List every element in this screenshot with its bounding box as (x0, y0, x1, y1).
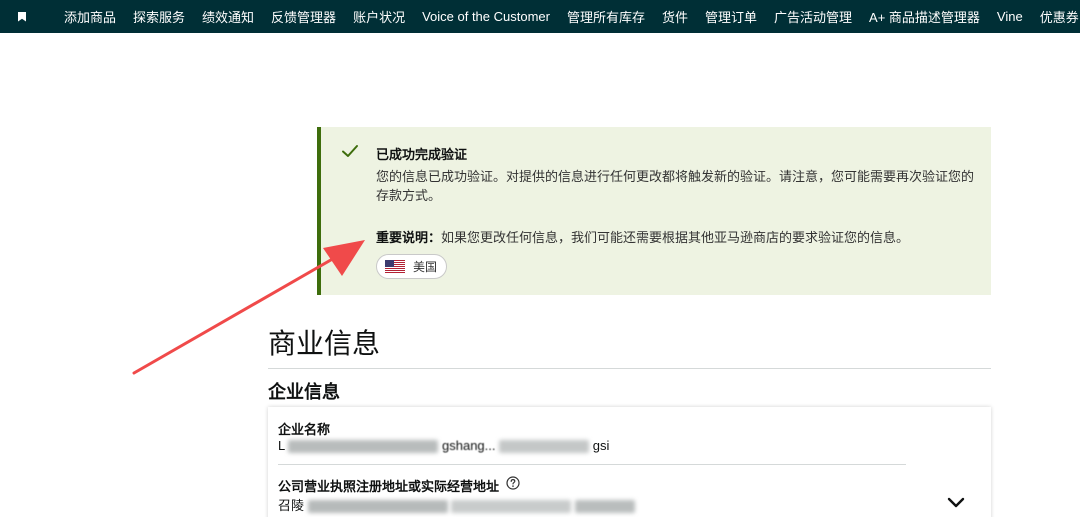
redacted-blur (499, 440, 590, 454)
checkmark-icon (342, 145, 358, 157)
nav-item-add-product[interactable]: 添加商品 (64, 7, 116, 26)
chevron-down-icon[interactable] (946, 496, 966, 510)
redacted-blur (574, 500, 635, 514)
country-badge: 美国 (376, 254, 448, 279)
nav-item-campaign-manager[interactable]: 广告活动管理 (774, 7, 852, 26)
nav-item-voice-of-customer[interactable]: Voice of the Customer (422, 9, 550, 24)
heading-divider (268, 368, 991, 369)
company-name-value: L gshang... gsi (278, 438, 610, 454)
us-flag-icon (385, 260, 405, 273)
nav-item-shipments[interactable]: 货件 (662, 7, 688, 26)
alert-body: 您的信息已成功验证。对提供的信息进行任何更改都将触发新的验证。请注意，您可能需要… (376, 169, 975, 203)
verification-success-alert: 已成功完成验证 您的信息已成功验证。对提供的信息进行任何更改都将触发新的验证。请… (317, 127, 991, 295)
redacted-blur (307, 500, 448, 514)
company-name-visible-end: gsi (592, 438, 610, 453)
important-note-label: 重要说明： (376, 230, 442, 245)
nav-item-explore-services[interactable]: 探索服务 (133, 7, 185, 26)
nav-item-a-plus-content[interactable]: A+ 商品描述管理器 (869, 7, 980, 26)
important-note: 重要说明：如果您更改任何信息，我们可能还需要根据其他亚马逊商店的要求验证您的信息… (376, 227, 909, 246)
bookmark-icon[interactable] (18, 11, 26, 22)
redacted-blur (288, 440, 439, 454)
company-name-visible-start: L (278, 438, 285, 453)
address-label: 公司营业执照注册地址或实际经营地址 (278, 479, 500, 494)
business-info-card: 企业名称 L gshang... gsi 公司营业执照注册地址或实际经营地址 召… (268, 407, 991, 517)
nav-item-account-health[interactable]: 账户状况 (353, 7, 405, 26)
nav-item-manage-inventory[interactable]: 管理所有库存 (567, 7, 645, 26)
nav-item-vine[interactable]: Vine (997, 9, 1023, 24)
top-navigation-bar: 添加商品 探索服务 绩效通知 反馈管理器 账户状况 Voice of the C… (0, 0, 1080, 33)
nav-item-performance-notifications[interactable]: 绩效通知 (202, 7, 254, 26)
nav-item-manage-orders[interactable]: 管理订单 (705, 7, 757, 26)
important-note-text: 如果您更改任何信息，我们可能还需要根据其他亚马逊商店的要求验证您的信息。 (441, 230, 910, 245)
field-divider (278, 464, 906, 465)
nav-item-feedback-manager[interactable]: 反馈管理器 (271, 7, 336, 26)
help-circle-icon[interactable] (506, 476, 520, 490)
redacted-blur (451, 500, 572, 514)
section-title: 企业信息 (268, 382, 340, 402)
company-name-visible-mid: gshang... (442, 438, 496, 453)
page-title: 商业信息 (268, 328, 381, 359)
address-value: 召陵 (278, 495, 635, 514)
alert-title: 已成功完成验证 (376, 147, 468, 162)
address-visible-start: 召陵 (278, 498, 305, 513)
country-label: 美国 (413, 260, 438, 274)
company-name-label: 企业名称 (278, 422, 331, 437)
nav-item-coupons[interactable]: 优惠券 (1040, 7, 1079, 26)
